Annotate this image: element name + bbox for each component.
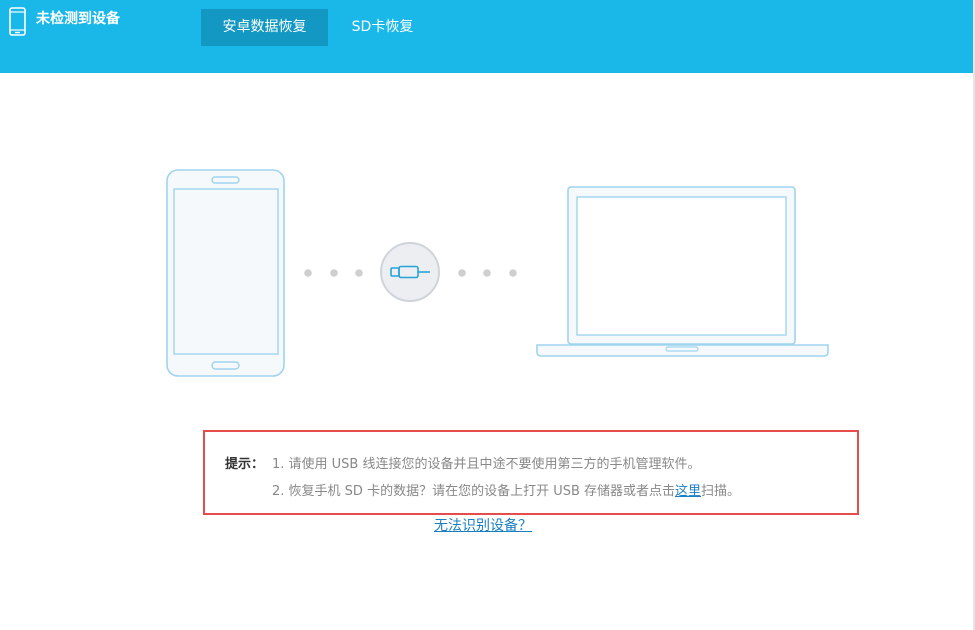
tip-line-2-text: 2. 恢复手机 SD 卡的数据？请在您的设备上打开 USB 存储器或者点击 (272, 484, 676, 499)
connection-dots-left (304, 269, 363, 277)
scan-here-link[interactable]: 这里 (675, 484, 701, 499)
tip-line-2: 2. 恢复手机 SD 卡的数据？请在您的设备上打开 USB 存储器或者点击这里扫… (272, 483, 740, 501)
tips-box: 提示： 1. 请使用 USB 线连接您的设备并且中途不要使用第三方的手机管理软件… (203, 430, 859, 515)
laptop-illustration (536, 186, 829, 357)
cannot-recognize-device-link[interactable]: 无法识别设备？ (434, 516, 532, 536)
connection-dots-right (458, 269, 517, 277)
tip-line-1: 1. 请使用 USB 线连接您的设备并且中途不要使用第三方的手机管理软件。 (272, 457, 701, 472)
usb-plug-icon (380, 242, 440, 302)
smartphone-illustration (166, 169, 285, 377)
app-window: 未检测到设备 安卓数据恢复 SD卡恢复 提示： 1. 请使用 USB 线连接您的… (0, 0, 975, 630)
tips-label: 提示： (225, 457, 265, 472)
tip-line-2-suffix: 扫描。 (701, 484, 741, 499)
